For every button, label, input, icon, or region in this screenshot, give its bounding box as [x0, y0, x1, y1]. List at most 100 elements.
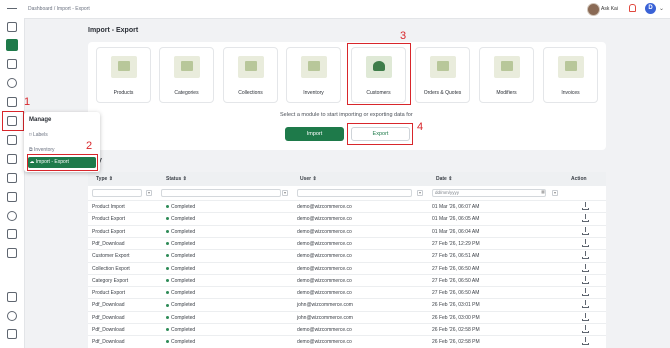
- module-card-orders-quotes[interactable]: Orders & Quotes: [415, 47, 470, 103]
- cell-status: Completed: [166, 266, 195, 272]
- cell-user: demo@wizcommerce.co: [297, 216, 352, 223]
- cell-type: Pdf_Download: [92, 314, 125, 321]
- download-icon[interactable]: [582, 312, 589, 321]
- breadcrumb-current: Import - Export: [56, 6, 90, 12]
- download-icon[interactable]: [582, 300, 589, 309]
- avatar[interactable]: [587, 3, 600, 16]
- annotation-4: 4: [417, 121, 424, 133]
- status-filter-input[interactable]: [161, 189, 281, 197]
- download-icon[interactable]: [582, 325, 589, 333]
- chart-icon[interactable]: [7, 192, 17, 202]
- cell-type: Pdf_Download: [92, 327, 125, 333]
- catalog-icon[interactable]: [6, 39, 18, 51]
- cell-user: john@wizcommerce.com: [297, 314, 353, 321]
- calendar-icon[interactable]: ▦: [540, 190, 546, 196]
- logout-icon[interactable]: [7, 329, 17, 339]
- module-card-products[interactable]: Products: [96, 47, 151, 103]
- modifiers-icon: [494, 56, 520, 78]
- annotation-box-import-export: [27, 154, 98, 171]
- column-header-user[interactable]: User ⇕: [300, 176, 317, 182]
- document-icon[interactable]: [7, 59, 17, 69]
- manage-menu-title: Manage: [29, 117, 52, 123]
- cell-status: Completed: [166, 241, 195, 247]
- download-icon[interactable]: [582, 288, 589, 297]
- annotation-1: 1: [24, 96, 31, 108]
- module-card-collections[interactable]: Collections: [223, 47, 278, 103]
- status-dot: [166, 266, 169, 270]
- discount-icon[interactable]: [7, 229, 17, 239]
- inventory-icon: [301, 56, 327, 78]
- table-row: Collection Export Completed demo@wizcommer…: [88, 261, 606, 275]
- module-card-modifiers[interactable]: Modifiers: [479, 47, 534, 103]
- breadcrumb: Dashboard / Import - Export: [28, 6, 90, 12]
- module-card-invoices[interactable]: Invoices: [543, 47, 598, 103]
- cell-date: 27 Feb '26, 06:50 AM: [432, 265, 480, 272]
- download-icon[interactable]: [582, 337, 589, 346]
- table-header: Type ⇕ Status ⇕ User ⇕ Date ⇕ Action: [88, 172, 606, 186]
- module-label: Inventory: [303, 90, 324, 96]
- module-label: Products: [113, 90, 134, 96]
- download-icon[interactable]: [582, 202, 589, 210]
- filter-icon[interactable]: ▾: [417, 190, 423, 196]
- download-icon[interactable]: [582, 226, 589, 235]
- download-icon[interactable]: [582, 238, 589, 247]
- import-button[interactable]: Import: [285, 127, 344, 141]
- column-header-status[interactable]: Status ⇕: [166, 176, 187, 182]
- account-badge[interactable]: D: [645, 3, 656, 14]
- orders-quotes-icon: [430, 56, 456, 78]
- status-dot: [166, 242, 169, 246]
- table-row: Category Export Completed demo@wizcommerce…: [88, 273, 606, 287]
- module-card-inventory[interactable]: Inventory: [286, 47, 341, 103]
- cell-user: demo@wizcommerce.co: [297, 277, 352, 284]
- user-icon[interactable]: [7, 78, 17, 88]
- filter-icon[interactable]: ▾: [552, 190, 558, 196]
- module-card-categories[interactable]: Categories: [159, 47, 214, 103]
- team-icon[interactable]: [7, 211, 17, 221]
- status-dot: [166, 254, 169, 258]
- page-title: Import - Export: [88, 27, 139, 34]
- bell-icon[interactable]: [629, 4, 636, 12]
- camera-icon[interactable]: [7, 248, 17, 258]
- cell-type: Collection Export: [92, 265, 130, 272]
- download-icon[interactable]: [582, 263, 589, 272]
- folder-icon[interactable]: [7, 173, 17, 183]
- store-icon[interactable]: [7, 292, 17, 302]
- dashboard-grid-icon[interactable]: [7, 22, 17, 32]
- type-filter-input[interactable]: [92, 189, 142, 197]
- left-nav-rail: [0, 0, 25, 348]
- filter-icon[interactable]: ▾: [282, 190, 288, 196]
- tag-icon[interactable]: [7, 97, 17, 107]
- clipboard-icon[interactable]: [7, 135, 17, 145]
- download-icon[interactable]: [582, 275, 589, 284]
- user-filter-input[interactable]: [297, 189, 412, 197]
- cell-date: 01 Mar '26, 06:07 AM: [432, 204, 480, 210]
- cell-user: demo@wizcommerce.co: [297, 228, 352, 235]
- cell-date: 01 Mar '26, 06:05 AM: [432, 216, 480, 223]
- filter-icon[interactable]: ▾: [146, 190, 152, 196]
- menu-item-labels[interactable]: ⌑ Labels: [29, 132, 48, 138]
- menu-item-inventory[interactable]: ⧉ Inventory: [29, 147, 55, 153]
- date-filter-input[interactable]: dd/mm/yyyy: [432, 189, 546, 197]
- cell-type: Product Import: [92, 204, 125, 210]
- column-header-type[interactable]: Type ⇕: [96, 176, 113, 182]
- chevron-down-icon[interactable]: ⌄: [659, 5, 664, 12]
- status-dot: [166, 340, 169, 344]
- hamburger-menu-icon[interactable]: [7, 4, 17, 9]
- table-row: Pdf_Download Completed john@wizcommerce.co…: [88, 310, 606, 324]
- breadcrumb-root[interactable]: Dashboard: [28, 6, 52, 12]
- user-name[interactable]: Ask Kai: [601, 6, 618, 12]
- download-icon[interactable]: [582, 214, 589, 223]
- cell-date: 27 Feb '26, 12:29 PM: [432, 240, 480, 247]
- module-label: Invoices: [561, 90, 580, 96]
- column-header-date[interactable]: Date ⇕: [436, 176, 452, 182]
- cell-type: Pdf_Download: [92, 339, 125, 346]
- file-icon[interactable]: [7, 154, 17, 164]
- cell-type: Customer Export: [92, 253, 130, 260]
- table-row: Product Export Completed demo@wizcommerce.…: [88, 212, 606, 225]
- table-row: Pdf_Download Completed demo@wizcommerce.co…: [88, 335, 606, 348]
- cell-status: Completed: [166, 290, 195, 296]
- module-prompt: Select a module to start importing or ex…: [280, 112, 413, 118]
- gear-icon[interactable]: [7, 311, 17, 321]
- download-icon[interactable]: [582, 251, 589, 260]
- status-dot: [166, 328, 169, 332]
